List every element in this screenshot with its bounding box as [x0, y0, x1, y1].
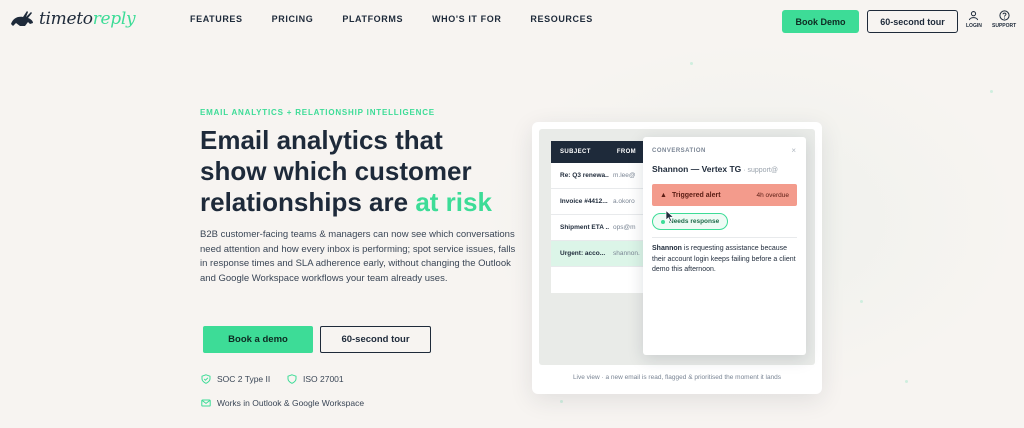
- row-subject: Urgent: acco...: [560, 250, 606, 257]
- contact-email: · support@: [741, 167, 778, 174]
- contact-name: Shannon — Vertex TG: [652, 164, 742, 174]
- help-icon: [998, 10, 1010, 21]
- summary-name: Shannon: [652, 245, 682, 252]
- support-label: SUPPORT: [992, 23, 1017, 29]
- hero-headline: Email analytics that show which customer…: [200, 125, 530, 218]
- hero-eyebrow: EMAIL ANALYTICS + RELATIONSHIP INTELLIGE…: [200, 108, 435, 117]
- divider: [652, 237, 797, 238]
- support-button[interactable]: SUPPORT: [992, 10, 1016, 29]
- col-from: FROM: [616, 149, 637, 155]
- works-with-badge: Works in Outlook & Google Workspace: [201, 398, 364, 408]
- alert-label: Triggered alert: [671, 191, 721, 199]
- shield-icon: [287, 374, 297, 384]
- nav-link-whos-it-for[interactable]: WHO'S IT FOR: [432, 14, 501, 24]
- top-nav: timetoreply FEATURES PRICING PLATFORMS W…: [0, 0, 1024, 44]
- soc2-label: SOC 2 Type II: [217, 374, 271, 384]
- hero-description: B2B customer-facing teams & managers can…: [200, 229, 516, 284]
- shield-icon: [201, 374, 211, 384]
- tour-button[interactable]: 60-second tour: [867, 10, 958, 33]
- headline-accent: at risk: [415, 187, 492, 217]
- logo[interactable]: timetoreply: [8, 8, 136, 30]
- logo-text: timetoreply: [39, 9, 136, 29]
- headline-line-3: relationships are: [200, 187, 416, 217]
- triggered-alert-banner: ▲ Triggered alert 4h overdue: [652, 184, 797, 206]
- preview-caption: Live view · a new email is read, flagged…: [572, 374, 782, 381]
- conversation-summary: Shannon is requesting assistance because…: [652, 244, 800, 276]
- book-demo-button[interactable]: Book Demo: [782, 10, 859, 33]
- decor-dot: [560, 400, 563, 403]
- row-subject: Invoice #4412...: [560, 198, 608, 205]
- conversation-contact: Shannon — Vertex TG · support@: [652, 164, 778, 174]
- iso-badge: ISO 27001: [287, 374, 344, 384]
- decor-dot: [990, 90, 993, 93]
- row-from: ops@m: [613, 224, 636, 231]
- decor-dot: [905, 380, 908, 383]
- mouse-cursor-icon: [665, 210, 675, 222]
- rabbit-logo-icon: [11, 11, 33, 26]
- row-subject: Re: Q3 renewa...: [560, 172, 609, 179]
- soc2-badge: SOC 2 Type II: [201, 374, 270, 384]
- warning-icon: ▲: [660, 191, 667, 199]
- nav-link-pricing[interactable]: PRICING: [272, 14, 314, 24]
- login-label: LOGIN: [966, 23, 982, 29]
- decor-dot: [690, 62, 693, 65]
- close-icon[interactable]: ×: [791, 146, 796, 155]
- alert-overdue: 4h overdue: [756, 191, 789, 199]
- row-from: a.okoro: [613, 198, 635, 205]
- conversation-panel: CONVERSATION × Shannon — Vertex TG · sup…: [643, 137, 806, 355]
- row-from: shannon.: [613, 250, 640, 257]
- row-from: m.lee@: [613, 172, 636, 179]
- conversation-label: CONVERSATION: [652, 148, 706, 154]
- user-icon: [969, 11, 979, 21]
- nav-link-platforms[interactable]: PLATFORMS: [342, 14, 403, 24]
- iso-label: ISO 27001: [303, 374, 344, 384]
- hero-tour-button[interactable]: 60-second tour: [320, 326, 431, 353]
- col-subject: SUBJECT: [560, 149, 591, 155]
- headline-line-2: show which customer: [200, 156, 472, 186]
- headline-line-1: Email analytics that: [200, 125, 443, 155]
- status-badge: Needs response: [652, 213, 729, 230]
- book-a-demo-button[interactable]: Book a demo: [203, 326, 313, 353]
- login-button[interactable]: LOGIN: [966, 10, 982, 29]
- mail-icon: [201, 399, 211, 407]
- nav-links: FEATURES PRICING PLATFORMS WHO'S IT FOR …: [190, 14, 622, 24]
- nav-link-resources[interactable]: RESOURCES: [530, 14, 592, 24]
- works-with-label: Works in Outlook & Google Workspace: [217, 398, 365, 408]
- status-label: Needs response: [669, 218, 720, 225]
- nav-link-features[interactable]: FEATURES: [190, 14, 243, 24]
- decor-dot: [860, 300, 863, 303]
- row-subject: Shipment ETA ...: [560, 224, 609, 231]
